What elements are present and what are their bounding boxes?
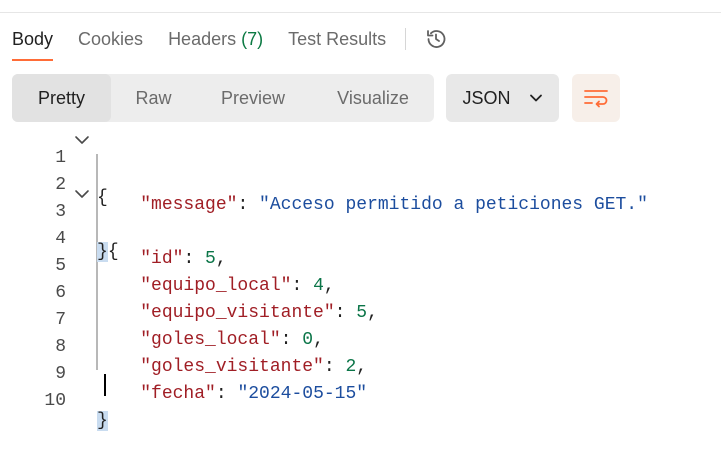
format-selected-value: JSON bbox=[462, 87, 511, 108]
tab-headers-label: Headers bbox=[168, 28, 237, 49]
fold-chevron-down-icon[interactable] bbox=[72, 184, 92, 204]
view-mode-selector: Pretty Raw Preview Visualize bbox=[12, 74, 434, 122]
code-line: 8 "goles_visitante": 2, bbox=[0, 317, 721, 377]
view-mode-pretty[interactable]: Pretty bbox=[12, 74, 111, 122]
history-icon[interactable] bbox=[424, 27, 448, 51]
code-line: 3 }{ bbox=[0, 182, 721, 262]
fold-chevron-down-icon[interactable] bbox=[72, 130, 92, 150]
wrap-lines-button[interactable] bbox=[572, 74, 620, 122]
code-line: 5 "equipo_local": 4, bbox=[0, 236, 721, 296]
code-line: 2 "message": "Acceso permitido a peticio… bbox=[0, 155, 721, 215]
tab-divider bbox=[405, 28, 407, 50]
view-mode-preview[interactable]: Preview bbox=[208, 74, 298, 122]
code-line: 7 "goles_local": 0, bbox=[0, 290, 721, 350]
code-line: 1 { bbox=[0, 128, 721, 208]
close-brace-highlighted: } bbox=[97, 411, 108, 431]
view-mode-visualize[interactable]: Visualize bbox=[323, 74, 423, 122]
view-mode-raw[interactable]: Raw bbox=[119, 74, 188, 122]
text-cursor bbox=[104, 374, 106, 396]
format-dropdown[interactable]: JSON bbox=[446, 74, 559, 122]
code-text: } bbox=[97, 411, 108, 431]
headers-count-badge: (7) bbox=[241, 28, 264, 49]
code-line: 4 "id": 5, bbox=[0, 209, 721, 269]
code-line: 9 "fecha": "2024-05-15" bbox=[0, 344, 721, 404]
tab-test-results[interactable]: Test Results bbox=[288, 29, 386, 50]
tab-cookies[interactable]: Cookies bbox=[78, 29, 143, 50]
tab-headers[interactable]: Headers (7) bbox=[168, 29, 263, 50]
code-line: 6 "equipo_visitante": 5, bbox=[0, 263, 721, 323]
wrap-lines-icon bbox=[584, 90, 608, 108]
code-line: 10 } bbox=[0, 371, 721, 431]
line-number: 10 bbox=[44, 391, 66, 411]
top-divider bbox=[0, 12, 721, 13]
response-tabs: Body Cookies Headers (7) Test Results bbox=[12, 27, 448, 61]
chevron-down-icon bbox=[529, 94, 542, 102]
tab-body[interactable]: Body bbox=[12, 29, 54, 61]
